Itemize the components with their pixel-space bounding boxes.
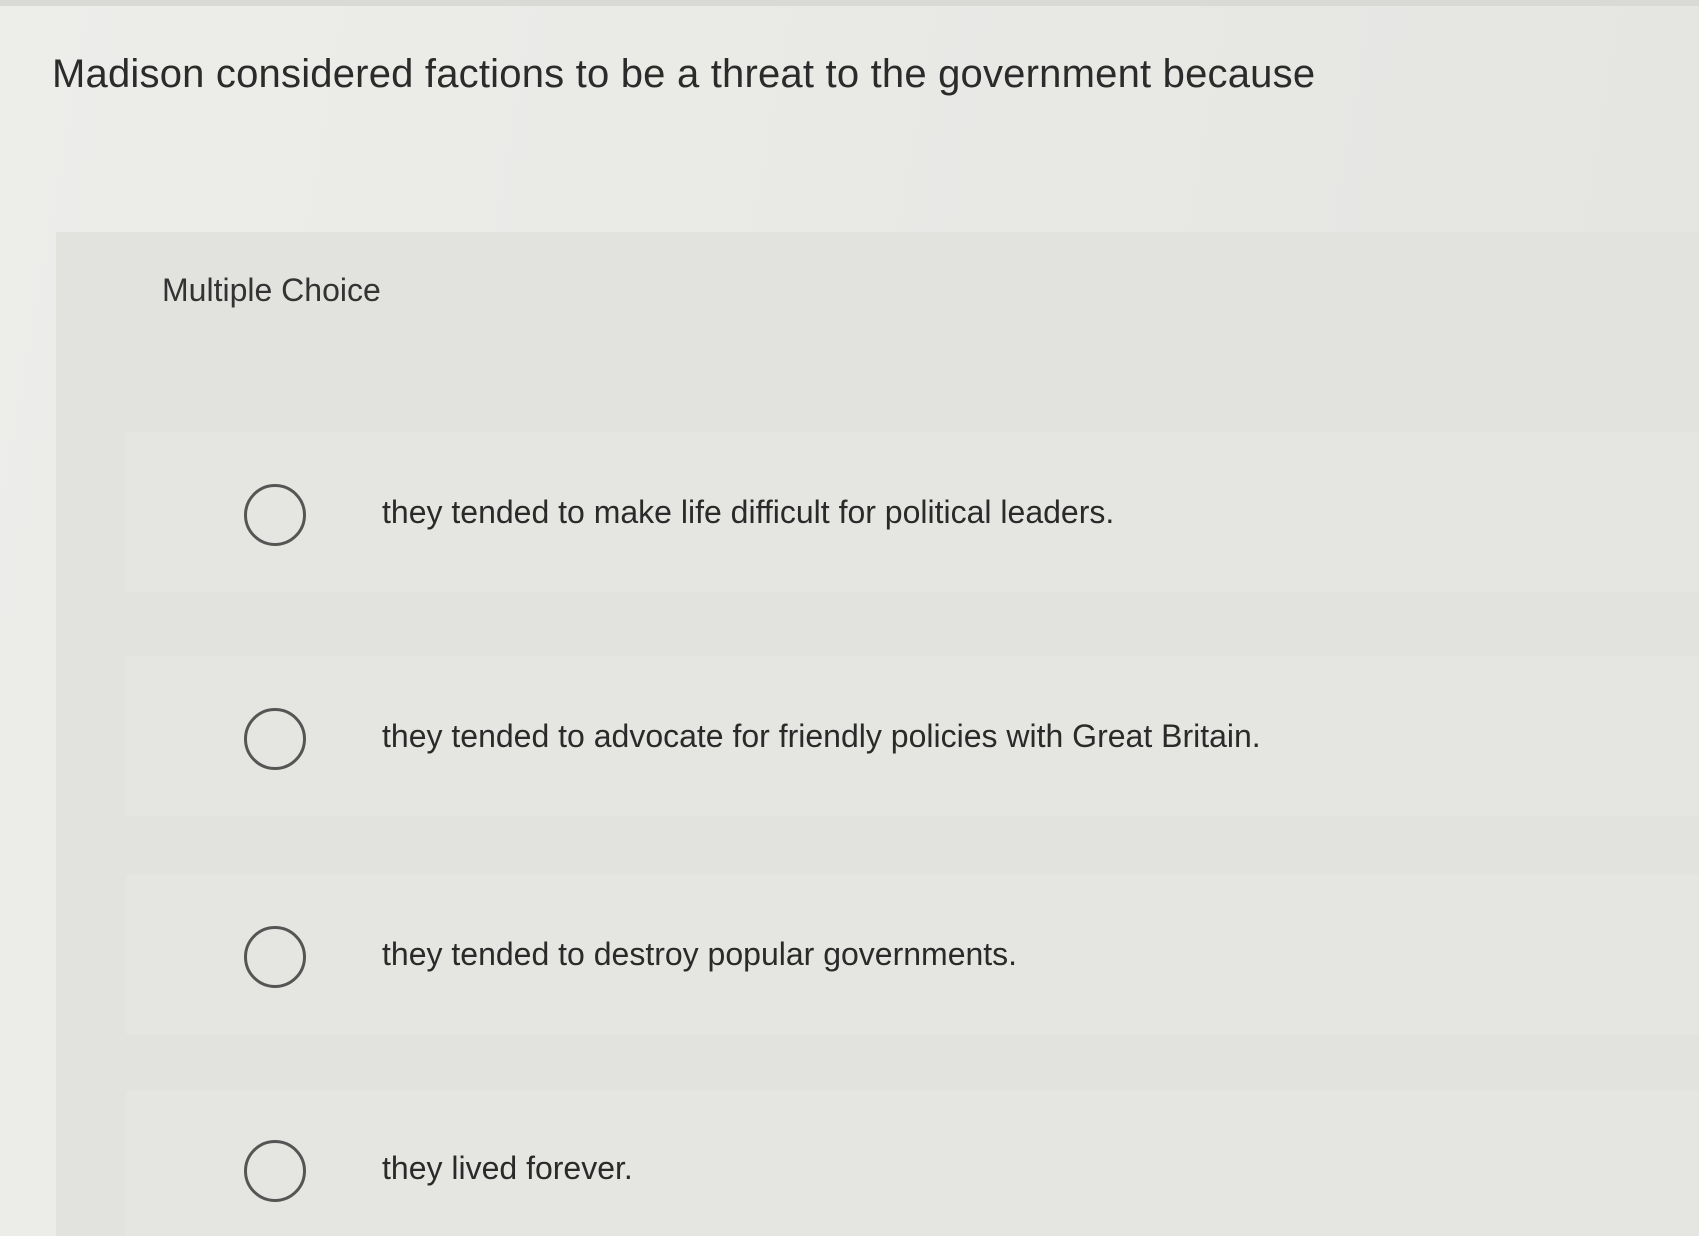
answer-option-text: they tended to make life difficult for p… xyxy=(382,494,1115,530)
multiple-choice-panel: Multiple Choice they tended to make life… xyxy=(56,232,1699,1236)
answer-option-text: they lived forever. xyxy=(382,1150,633,1186)
radio-unchecked-icon[interactable] xyxy=(244,708,306,770)
answer-option-2[interactable]: they tended to advocate for friendly pol… xyxy=(126,656,1699,816)
radio-unchecked-icon[interactable] xyxy=(244,484,306,546)
radio-unchecked-icon[interactable] xyxy=(244,926,306,988)
top-divider xyxy=(0,0,1699,6)
answer-option-text: they tended to destroy popular governmen… xyxy=(382,936,1018,972)
answer-option-4[interactable]: they lived forever. xyxy=(126,1090,1699,1236)
answer-option-text: they tended to advocate for friendly pol… xyxy=(382,718,1261,754)
answer-option-1[interactable]: they tended to make life difficult for p… xyxy=(126,432,1699,592)
answer-option-3[interactable]: they tended to destroy popular governmen… xyxy=(126,874,1699,1034)
question-type-label: Multiple Choice xyxy=(162,272,381,308)
radio-unchecked-icon[interactable] xyxy=(244,1140,306,1202)
question-text: Madison considered factions to be a thre… xyxy=(52,52,1316,96)
